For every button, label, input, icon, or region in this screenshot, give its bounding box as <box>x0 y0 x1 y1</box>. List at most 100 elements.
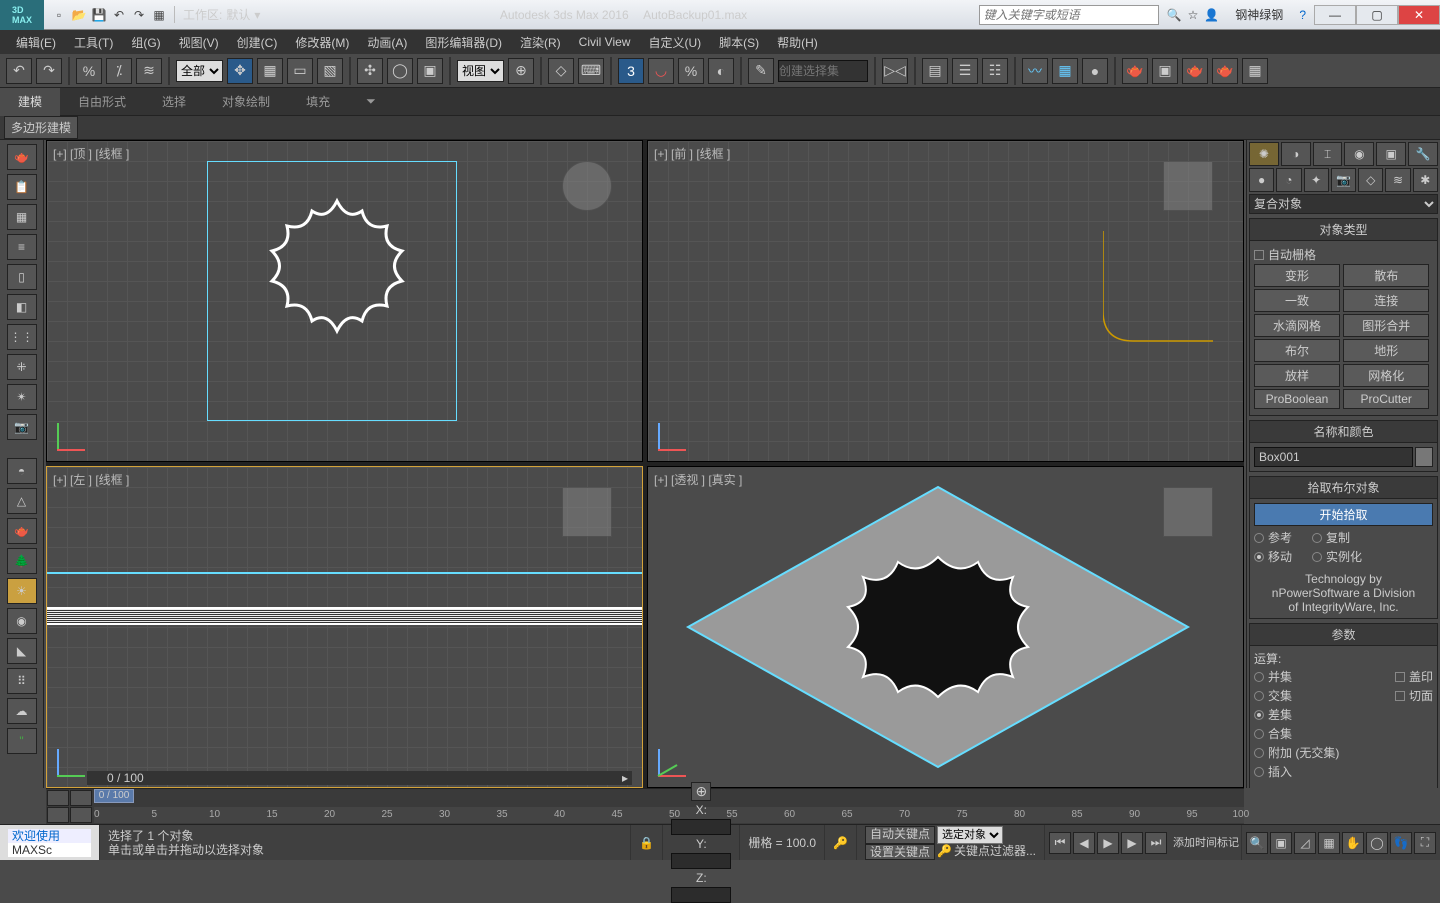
btn-morph[interactable]: 变形 <box>1254 264 1340 287</box>
curve-editor-button[interactable]: 〰 <box>1022 58 1048 84</box>
coord-y-input[interactable] <box>671 853 731 869</box>
op-merge[interactable]: 合集 <box>1254 724 1433 743</box>
coord-z-input[interactable] <box>671 887 731 903</box>
layer-explorer-button[interactable]: ☷ <box>982 58 1008 84</box>
autogrid-checkbox[interactable]: 自动栅格 <box>1254 245 1433 264</box>
rollout-objtype[interactable]: 对象类型 <box>1249 218 1438 241</box>
undo-icon[interactable]: ↶ <box>110 6 128 24</box>
cpcat-cam-icon[interactable]: 📷 <box>1331 168 1356 192</box>
create-category-select[interactable]: 复合对象 <box>1249 194 1438 214</box>
spinner-snap-button[interactable]: ◐ <box>708 58 734 84</box>
time-slider[interactable]: 0 / 100 <box>94 789 134 803</box>
track-btn-4[interactable] <box>70 807 92 823</box>
open-icon[interactable]: 📂 <box>70 6 88 24</box>
lt-array-icon[interactable]: ⁜ <box>7 354 37 380</box>
lt-wall-icon[interactable]: ▯ <box>7 264 37 290</box>
timeline[interactable]: 0 / 100 05101520253035404550556065707580… <box>94 789 1244 825</box>
lt-camera-icon[interactable]: 📷 <box>7 414 37 440</box>
lt-door-icon[interactable]: ◧ <box>7 294 37 320</box>
angle-snap-button[interactable]: ◡ <box>648 58 674 84</box>
op-subtract[interactable]: 差集 <box>1254 705 1433 724</box>
goto-end-button[interactable]: ⏭ <box>1145 832 1167 854</box>
menu-view[interactable]: 视图(V) <box>171 31 227 54</box>
redo-icon[interactable]: ↷ <box>130 6 148 24</box>
viewcube-icon[interactable] <box>562 487 612 537</box>
walk-button[interactable]: 👣 <box>1390 832 1412 854</box>
btn-boolean[interactable]: 布尔 <box>1254 339 1340 362</box>
menu-render[interactable]: 渲染(R) <box>512 31 569 54</box>
named-selection-input[interactable] <box>778 60 868 82</box>
cp-hierarchy-icon[interactable]: ⌶ <box>1313 142 1343 166</box>
lock-icon[interactable]: 🔒 <box>631 825 663 860</box>
op-cookie[interactable]: 切面 <box>1395 686 1433 705</box>
select-region-button[interactable]: ▭ <box>287 58 313 84</box>
signin-icon[interactable]: 👤 <box>1204 8 1219 22</box>
viewport-top[interactable]: [+] [顶 ] [线框 ] <box>46 140 643 462</box>
unlink-button[interactable]: ⁒ <box>106 58 132 84</box>
track-btn-2[interactable] <box>70 790 92 806</box>
maxview-button[interactable]: ⛶ <box>1414 832 1436 854</box>
orbit-button[interactable]: ◯ <box>1366 832 1388 854</box>
move-button[interactable]: ✣ <box>357 58 383 84</box>
op-intersect[interactable]: 交集 <box>1254 686 1395 705</box>
cpcat-geom-icon[interactable]: ● <box>1249 168 1274 192</box>
bind-button[interactable]: ≋ <box>136 58 162 84</box>
pct-snap-button[interactable]: % <box>678 58 704 84</box>
viewcube-icon[interactable] <box>562 161 612 211</box>
new-icon[interactable]: ▫ <box>50 6 68 24</box>
op-attach[interactable]: 附加 (无交集) <box>1254 743 1433 762</box>
comm-icon[interactable]: ☆ <box>1188 8 1199 22</box>
lt-omni-icon[interactable]: ◉ <box>7 608 37 634</box>
schematic-button[interactable]: ▦ <box>1052 58 1078 84</box>
zoom-button[interactable]: 🔍 <box>1246 832 1268 854</box>
lt-cone-icon[interactable]: △ <box>7 488 37 514</box>
opt-inst[interactable]: 实例化 <box>1312 547 1362 566</box>
viewport-left[interactable]: [+] [左 ] [线框 ] 0 / 100 ▸ <box>46 466 643 788</box>
cp-modify-icon[interactable]: ◑ <box>1281 142 1311 166</box>
render-button[interactable]: 🫖 <box>1182 58 1208 84</box>
lt-stairs-icon[interactable]: ≡ <box>7 234 37 260</box>
opt-ref[interactable]: 参考 <box>1254 528 1292 547</box>
addtime-label[interactable]: 添加时间标记 <box>1173 836 1239 850</box>
undo-button[interactable]: ↶ <box>6 58 32 84</box>
ribbon-tab-freeform[interactable]: 自由形式 <box>60 88 144 116</box>
lt-spot-icon[interactable]: ◣ <box>7 638 37 664</box>
lt-particle-icon[interactable]: ⠿ <box>7 668 37 694</box>
material-editor-button[interactable]: ● <box>1082 58 1108 84</box>
autokey-button[interactable]: 自动关键点 <box>865 826 935 844</box>
minimize-button[interactable]: — <box>1314 5 1356 25</box>
menu-help[interactable]: 帮助(H) <box>769 31 826 54</box>
lt-light-icon[interactable]: ☀ <box>7 578 37 604</box>
maxscript-label[interactable]: MAXSc <box>8 843 91 857</box>
goto-start-button[interactable]: ⏮ <box>1049 832 1071 854</box>
keyfilter-button[interactable]: 关键点过滤器... <box>954 844 1036 860</box>
viewport-front[interactable]: [+] [前 ] [线框 ] <box>647 140 1244 462</box>
menu-create[interactable]: 创建(C) <box>229 31 286 54</box>
search-input[interactable] <box>979 5 1159 25</box>
viewport-top-label[interactable]: [+] [顶 ] [线框 ] <box>53 145 129 162</box>
menu-edit[interactable]: 编辑(E) <box>8 31 64 54</box>
lt-scatter-icon[interactable]: ✴ <box>7 384 37 410</box>
opt-copy[interactable]: 复制 <box>1312 528 1350 547</box>
lt-pref-icon[interactable]: 📋 <box>7 174 37 200</box>
viewport-front-label[interactable]: [+] [前 ] [线框 ] <box>654 145 730 162</box>
menu-modifiers[interactable]: 修改器(M) <box>287 31 357 54</box>
kbd-button[interactable]: ⌨ <box>578 58 604 84</box>
ribbon-tab-objpaint[interactable]: 对象绘制 <box>204 88 288 116</box>
zoom-all-button[interactable]: ▣ <box>1270 832 1292 854</box>
coord-sys-icon[interactable]: ⊕ <box>691 782 711 801</box>
render-iter-button[interactable]: 🫖 <box>1212 58 1238 84</box>
welcome-label[interactable]: 欢迎使用 <box>8 829 91 843</box>
help-search-icon[interactable]: 🔍 <box>1167 8 1182 22</box>
lt-teapot2-icon[interactable]: 🫖 <box>7 518 37 544</box>
selection-filter[interactable]: 全部 <box>176 60 223 82</box>
time-ruler[interactable]: 0510152025303540455055606570758085909510… <box>94 807 1244 823</box>
username[interactable]: 钢神绿钢 <box>1225 6 1293 23</box>
op-union[interactable]: 并集 <box>1254 667 1395 686</box>
lt-tree-icon[interactable]: 🌲 <box>7 548 37 574</box>
start-pick-button[interactable]: 开始拾取 <box>1254 503 1433 526</box>
select-name-button[interactable]: ▦ <box>257 58 283 84</box>
menu-grapheditor[interactable]: 图形编辑器(D) <box>417 31 510 54</box>
save-icon[interactable]: 💾 <box>90 6 108 24</box>
project-icon[interactable]: ▦ <box>150 6 168 24</box>
